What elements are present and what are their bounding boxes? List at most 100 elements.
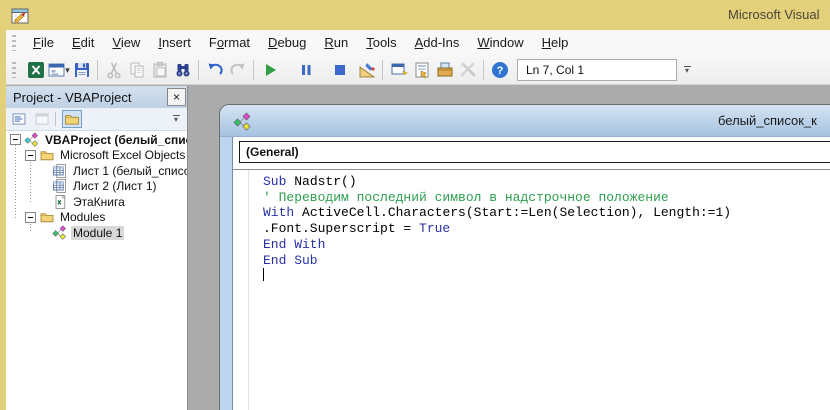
- module-icon: [233, 112, 250, 129]
- properties-window-icon: [412, 60, 432, 80]
- save-button[interactable]: [70, 59, 93, 81]
- break-button[interactable]: [294, 59, 317, 81]
- toolbar-overflow-button[interactable]: ▾: [679, 60, 695, 80]
- code-line: [263, 268, 731, 284]
- menu-view[interactable]: View: [103, 35, 149, 50]
- code-line: Sub Nadstr(): [263, 174, 731, 190]
- vba-app-icon: [10, 5, 30, 25]
- module-icon: [52, 225, 68, 241]
- tree-item-module1[interactable]: Module 1: [6, 225, 187, 241]
- menu-help[interactable]: Help: [533, 35, 578, 50]
- tree-item-vbaproject[interactable]: VBAProject (белый_списо: [6, 132, 187, 148]
- tree-item-list1[interactable]: Лист 1 (белый_списо: [6, 163, 187, 179]
- help-button[interactable]: ?: [488, 59, 511, 81]
- view-code-button[interactable]: [9, 110, 29, 128]
- reset-icon: [330, 60, 350, 80]
- break-icon: [296, 60, 316, 80]
- run-button[interactable]: [258, 59, 281, 81]
- object-browser-button[interactable]: [433, 59, 456, 81]
- chevron-down-icon: ▾: [685, 68, 689, 74]
- menu-run[interactable]: Run: [315, 35, 357, 50]
- cut-icon: [104, 60, 124, 80]
- svg-text:?: ?: [496, 65, 503, 77]
- folder-icon: [64, 111, 81, 128]
- window-titlebar: Microsoft Visual: [0, 0, 830, 30]
- tree-item-modules[interactable]: Modules: [6, 210, 187, 226]
- tree-item-label: Modules: [58, 210, 107, 224]
- code-line: With ActiveCell.Characters(Start:=Len(Se…: [263, 205, 731, 221]
- code-window: белый_список_к (General) Sub Nadstr()' П…: [219, 104, 830, 410]
- tree-expander-minus[interactable]: [25, 212, 36, 223]
- find-button[interactable]: [171, 59, 194, 81]
- project-explorer-panel: Project - VBAProject × ▾ VBAProject (бел…: [6, 86, 188, 410]
- window-title: Microsoft Visual: [728, 0, 830, 30]
- code-area[interactable]: Sub Nadstr()' Переводим последний символ…: [233, 170, 830, 410]
- project-tree: VBAProject (белый_списоMicrosoft Excel O…: [6, 130, 187, 410]
- menu-add-ins[interactable]: Add-Ins: [406, 35, 469, 50]
- code-line: ' Переводим последний символ в надстрочн…: [263, 190, 731, 206]
- project-explorer-button[interactable]: [387, 59, 410, 81]
- standard-toolbar: ▾? Ln 7, Col 1 ▾: [6, 56, 830, 85]
- tree-item-list2[interactable]: Лист 2 (Лист 1): [6, 179, 187, 195]
- menu-edit[interactable]: Edit: [63, 35, 103, 50]
- code-line: End Sub: [263, 253, 731, 269]
- save-icon: [72, 60, 92, 80]
- excel-icon: [26, 60, 46, 80]
- code-line: End With: [263, 237, 731, 253]
- menu-tools[interactable]: Tools: [357, 35, 405, 50]
- undo-button[interactable]: [203, 59, 226, 81]
- design-mode-icon: [357, 60, 377, 80]
- toolbar-grip[interactable]: [12, 62, 16, 78]
- design-mode-button[interactable]: [355, 59, 378, 81]
- toolbox-icon: [458, 60, 478, 80]
- code-text[interactable]: Sub Nadstr()' Переводим последний символ…: [263, 174, 731, 284]
- toolbar-separator: [483, 60, 484, 80]
- menu-debug[interactable]: Debug: [259, 35, 315, 50]
- copy-icon: [127, 60, 147, 80]
- tree-item-label: Лист 1 (белый_списо: [71, 164, 187, 178]
- project-panel-header: Project - VBAProject ×: [6, 86, 187, 108]
- tree-item-excel-objects[interactable]: Microsoft Excel Objects: [6, 148, 187, 164]
- menu-file[interactable]: File: [24, 35, 63, 50]
- help-icon: ?: [490, 60, 510, 80]
- close-button[interactable]: ×: [167, 88, 186, 106]
- menu-format[interactable]: Format: [200, 35, 259, 50]
- project-panel-title: Project - VBAProject: [6, 90, 167, 105]
- folder-icon: [39, 147, 55, 163]
- workbook-icon: [52, 194, 68, 210]
- tree-item-thisworkbook[interactable]: ЭтаКнига: [6, 194, 187, 210]
- toolbar-separator: [253, 60, 254, 80]
- insert-userform-button[interactable]: ▾: [47, 59, 70, 81]
- cut-button: [102, 59, 125, 81]
- userform-icon: [47, 60, 67, 80]
- code-window-titlebar[interactable]: белый_список_к: [220, 105, 830, 137]
- position-indicator: Ln 7, Col 1: [517, 59, 677, 81]
- redo-button: [226, 59, 249, 81]
- vbaproject-icon: [24, 132, 40, 148]
- worksheet-icon: [52, 163, 68, 179]
- object-dropdown[interactable]: (General): [239, 141, 830, 163]
- toolbox-button: [456, 59, 479, 81]
- tree-item-label: Лист 2 (Лист 1): [71, 179, 159, 193]
- text-caret: [263, 268, 264, 281]
- code-line: .Font.Superscript = True: [263, 221, 731, 237]
- panel-overflow-button[interactable]: ▾: [168, 109, 184, 129]
- code-window-title: белый_список_к: [718, 105, 817, 136]
- toolbar-separator: [382, 60, 383, 80]
- worksheet-icon: [52, 178, 68, 194]
- reset-button[interactable]: [328, 59, 351, 81]
- view-code-icon: [11, 111, 28, 128]
- toggle-folders-button[interactable]: [62, 110, 82, 128]
- menubar-grip[interactable]: [12, 35, 16, 51]
- project-panel-toolbar: ▾: [6, 108, 187, 131]
- tree-expander-minus[interactable]: [25, 150, 36, 161]
- view-object-icon: [34, 111, 51, 128]
- toolbar-separator: [55, 112, 56, 126]
- view-excel-button[interactable]: [24, 59, 47, 81]
- tree-expander-minus[interactable]: [10, 134, 21, 145]
- menu-window[interactable]: Window: [468, 35, 532, 50]
- tree-item-label: ЭтаКнига: [71, 195, 127, 209]
- properties-window-button[interactable]: [410, 59, 433, 81]
- menu-insert[interactable]: Insert: [149, 35, 200, 50]
- toolbar-separator: [198, 60, 199, 80]
